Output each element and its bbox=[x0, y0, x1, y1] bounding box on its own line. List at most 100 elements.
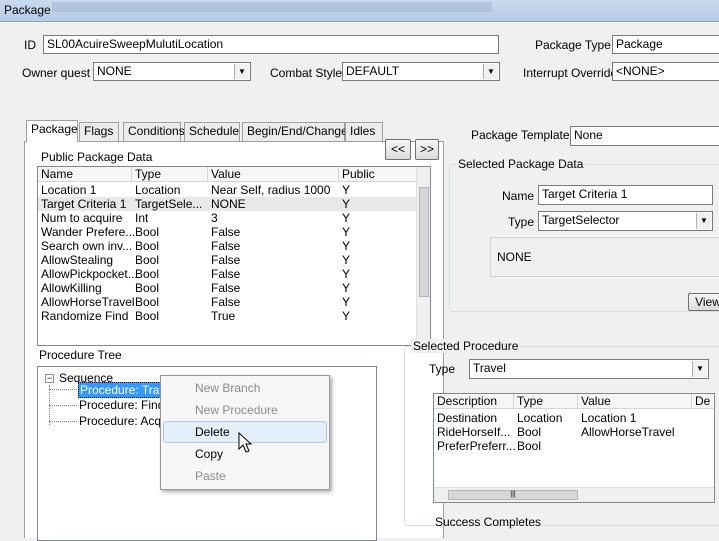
chevron-down-icon[interactable]: ▼ bbox=[696, 213, 711, 229]
table-cell[interactable]: Y bbox=[342, 239, 350, 253]
scrollbar-thumb[interactable]: ||| bbox=[448, 490, 578, 500]
combat-style-value: DEFAULT bbox=[346, 64, 400, 78]
table-cell[interactable]: AllowHorseTravel bbox=[41, 295, 135, 309]
table-cell[interactable]: Y bbox=[342, 183, 350, 197]
table-cell[interactable]: Location bbox=[517, 411, 562, 425]
column-header[interactable]: Name bbox=[38, 167, 132, 182]
package-template-field[interactable]: None bbox=[570, 126, 719, 146]
table-cell[interactable]: False bbox=[211, 253, 240, 267]
table-cell[interactable]: False bbox=[211, 295, 240, 309]
table-cell[interactable]: Near Self, radius 1000 bbox=[211, 183, 330, 197]
table-cell[interactable]: Destination bbox=[437, 411, 497, 425]
column-header[interactable]: Value bbox=[578, 394, 692, 409]
id-input[interactable]: SL00AcuireSweepMulutiLocation bbox=[43, 35, 499, 54]
menu-item-paste[interactable]: Paste bbox=[163, 465, 327, 487]
horizontal-scrollbar[interactable]: ||| bbox=[434, 487, 714, 502]
table-cell[interactable]: Location bbox=[135, 183, 180, 197]
table-cell[interactable]: Num to acquire bbox=[41, 211, 122, 225]
table-cell[interactable]: Bool bbox=[517, 439, 541, 453]
table-cell[interactable]: AllowPickpocket... bbox=[41, 267, 138, 281]
table-cell[interactable]: Bool bbox=[135, 239, 159, 253]
tree-item-acquire[interactable]: Procedure: Acqu bbox=[79, 414, 168, 428]
table-cell[interactable]: NONE bbox=[211, 197, 246, 211]
tab-idles[interactable]: Idles bbox=[345, 122, 383, 141]
table-cell[interactable]: Target Criteria 1 bbox=[41, 197, 126, 211]
owner-quest-dropdown[interactable]: NONE ▼ bbox=[93, 62, 251, 81]
table-cell[interactable]: Y bbox=[342, 295, 350, 309]
collapse-icon[interactable]: − bbox=[45, 374, 54, 383]
package-template-label: Package Template bbox=[471, 128, 570, 142]
package-dialog: ID SL00AcuireSweepMulutiLocation Package… bbox=[0, 22, 719, 541]
tab-begin-end-change[interactable]: Begin/End/Change bbox=[242, 122, 348, 141]
next-button[interactable]: >> bbox=[415, 139, 439, 160]
table-cell[interactable]: Bool bbox=[135, 267, 159, 281]
chevron-down-icon[interactable]: ▼ bbox=[234, 64, 249, 79]
table-cell[interactable]: Y bbox=[342, 281, 350, 295]
table-cell[interactable]: Y bbox=[342, 267, 350, 281]
table-cell[interactable]: Y bbox=[342, 197, 350, 211]
table-cell[interactable]: False bbox=[211, 225, 240, 239]
table-cell[interactable]: AllowKilling bbox=[41, 281, 102, 295]
table-cell[interactable]: Bool bbox=[135, 225, 159, 239]
table-cell[interactable]: True bbox=[211, 309, 235, 323]
column-header[interactable]: Public bbox=[339, 167, 417, 182]
table-cell[interactable]: Randomize Find bbox=[41, 309, 128, 323]
table-cell[interactable]: Y bbox=[342, 225, 350, 239]
table-cell[interactable]: Bool bbox=[135, 309, 159, 323]
table-cell[interactable]: AllowStealing bbox=[41, 253, 113, 267]
table-cell[interactable]: Location 1 bbox=[581, 411, 636, 425]
tab-flags[interactable]: Flags bbox=[79, 122, 119, 141]
table-cell[interactable]: Bool bbox=[135, 253, 159, 267]
procedure-data-table[interactable]: Description Type Value De Destination Loc… bbox=[433, 393, 715, 503]
table-cell[interactable]: Y bbox=[342, 309, 350, 323]
public-data-table[interactable]: Name Type Value Public Location 1 Locatio… bbox=[37, 166, 431, 346]
column-header[interactable]: Type bbox=[132, 167, 208, 182]
table-cell[interactable]: Wander Prefere... bbox=[41, 225, 135, 239]
menu-item-new-branch[interactable]: New Branch bbox=[163, 377, 327, 399]
chevron-down-icon[interactable]: ▼ bbox=[692, 361, 707, 377]
column-header[interactable]: Value bbox=[208, 167, 339, 182]
owner-quest-label: Owner quest bbox=[22, 66, 91, 80]
column-header[interactable]: De bbox=[692, 394, 714, 409]
table-cell[interactable]: Y bbox=[342, 253, 350, 267]
table-cell[interactable]: AllowHorseTravel bbox=[581, 425, 675, 439]
vertical-scrollbar[interactable] bbox=[416, 167, 430, 345]
table-cell[interactable]: 3 bbox=[211, 211, 218, 225]
tab-schedule[interactable]: Schedule bbox=[184, 122, 240, 141]
table-cell[interactable]: RideHorseIf... bbox=[437, 425, 510, 439]
view-button[interactable]: View bbox=[688, 293, 719, 311]
table-cell[interactable]: Bool bbox=[517, 425, 541, 439]
table-cell[interactable]: PreferPreferr... bbox=[437, 439, 516, 453]
tab-package[interactable]: Package bbox=[26, 120, 78, 142]
public-package-data-title: Public Package Data bbox=[41, 150, 153, 164]
procedure-type-dropdown[interactable]: Travel ▼ bbox=[469, 359, 709, 379]
combat-style-dropdown[interactable]: DEFAULT ▼ bbox=[342, 62, 500, 81]
package-type-field[interactable]: Package bbox=[612, 35, 719, 54]
type-dropdown[interactable]: TargetSelector ▼ bbox=[538, 211, 713, 231]
table-cell[interactable]: Bool bbox=[135, 281, 159, 295]
menu-item-new-procedure[interactable]: New Procedure bbox=[163, 399, 327, 421]
table-cell[interactable]: False bbox=[211, 239, 240, 253]
selected-package-data-title: Selected Package Data bbox=[456, 157, 586, 171]
tree-item-find[interactable]: Procedure: Find bbox=[79, 398, 164, 412]
table-cell[interactable]: Search own inv... bbox=[41, 239, 132, 253]
interrupt-override-dropdown[interactable]: <NONE> bbox=[612, 62, 719, 81]
prev-button[interactable]: << bbox=[385, 139, 411, 160]
success-completes-label: Success Completes bbox=[435, 515, 542, 529]
tree-line bbox=[49, 421, 77, 422]
name-field[interactable]: Target Criteria 1 bbox=[538, 185, 713, 205]
column-header[interactable]: Type bbox=[514, 394, 578, 409]
scrollbar-thumb[interactable] bbox=[419, 187, 429, 297]
chevron-down-icon[interactable]: ▼ bbox=[483, 64, 498, 79]
table-cell[interactable]: False bbox=[211, 281, 240, 295]
column-header[interactable]: Description bbox=[434, 394, 514, 409]
table-cell[interactable]: TargetSele... bbox=[135, 197, 202, 211]
table-cell[interactable]: Int bbox=[135, 211, 148, 225]
title-bar-background-ghost bbox=[52, 2, 492, 12]
tab-conditions[interactable]: Conditions bbox=[123, 122, 185, 141]
table-cell[interactable]: Bool bbox=[135, 295, 159, 309]
table-cell[interactable]: Y bbox=[342, 211, 350, 225]
table-cell[interactable]: False bbox=[211, 267, 240, 281]
combat-style-label: Combat Style bbox=[270, 66, 343, 80]
table-cell[interactable]: Location 1 bbox=[41, 183, 96, 197]
